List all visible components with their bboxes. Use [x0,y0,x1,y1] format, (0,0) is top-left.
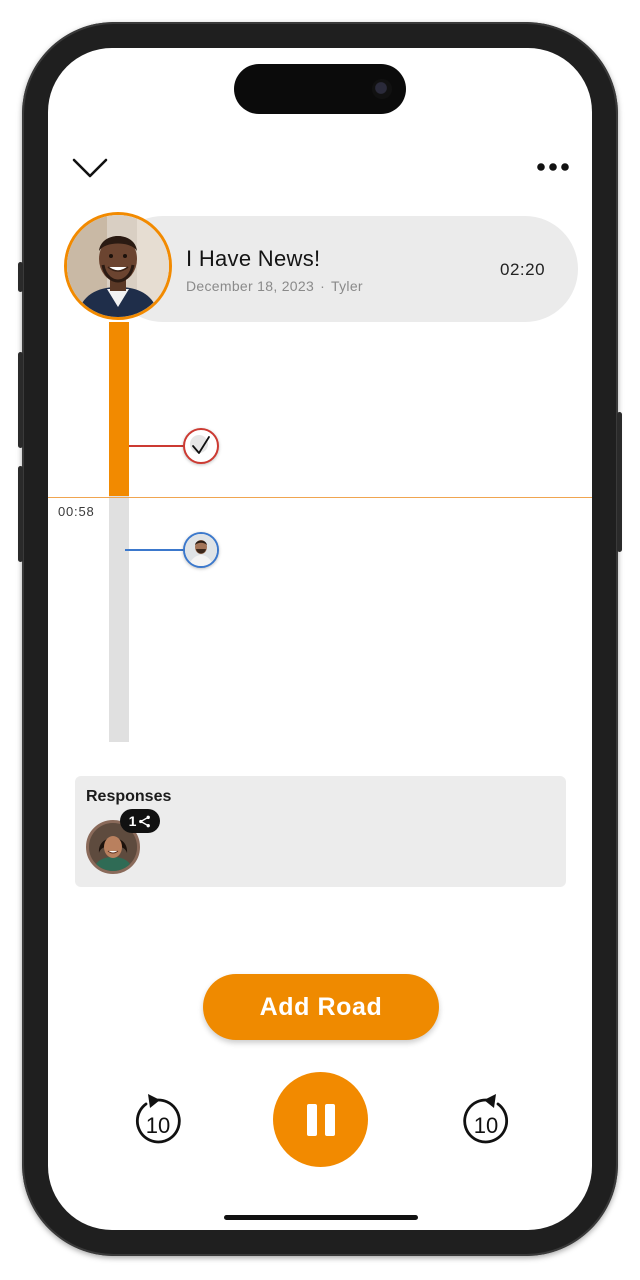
home-indicator[interactable] [224,1215,418,1220]
pause-button[interactable] [273,1072,368,1167]
recording-author: Tyler [331,278,363,294]
chevron-down-icon[interactable] [70,152,110,182]
reply-node-check[interactable] [183,428,219,464]
current-time: 00:58 [58,504,95,519]
recording-duration: 02:20 [500,260,546,279]
forward-10-icon: 10 [463,1094,509,1144]
side-button-volume-down [18,466,23,562]
pause-icon [306,1103,335,1136]
reply-node-user[interactable] [183,532,219,568]
recording-date: December 18, 2023 [186,278,315,294]
more-options-icon[interactable] [536,160,570,174]
skip-forward-label: 10 [474,1113,498,1138]
person-portrait-icon [67,215,169,317]
responses-label: Responses [86,788,172,805]
recording-meta: December 18, 2023 · Tyler [186,278,363,294]
user-avatar-icon [185,534,217,566]
response-count-badge: 1 [120,809,160,833]
add-road-button[interactable]: Add Road [203,974,439,1040]
skip-back-button[interactable]: 10 [132,1092,184,1148]
dynamic-island [234,64,406,114]
skip-back-label: 10 [146,1113,170,1138]
meta-separator: · [320,278,326,294]
timeline-progress [109,322,129,496]
branch-icon [139,815,151,827]
playhead-line[interactable] [48,497,592,498]
screen: I Have News! December 18, 2023 · Tyler 02:… [48,48,592,1230]
responses-panel: Responses 1 [75,776,566,887]
rewind-10-icon: 10 [135,1094,181,1144]
side-button-silent [18,262,23,292]
checkmark-icon [190,435,210,454]
branch-connector-red [129,445,185,447]
side-button-volume-up [18,352,23,448]
author-avatar[interactable] [64,212,172,320]
skip-forward-button[interactable]: 10 [460,1092,512,1148]
side-button-power [617,412,622,552]
response-count: 1 [128,813,137,829]
camera-icon [372,79,392,99]
recording-title: I Have News! [186,246,321,271]
branch-connector-blue [125,549,185,551]
